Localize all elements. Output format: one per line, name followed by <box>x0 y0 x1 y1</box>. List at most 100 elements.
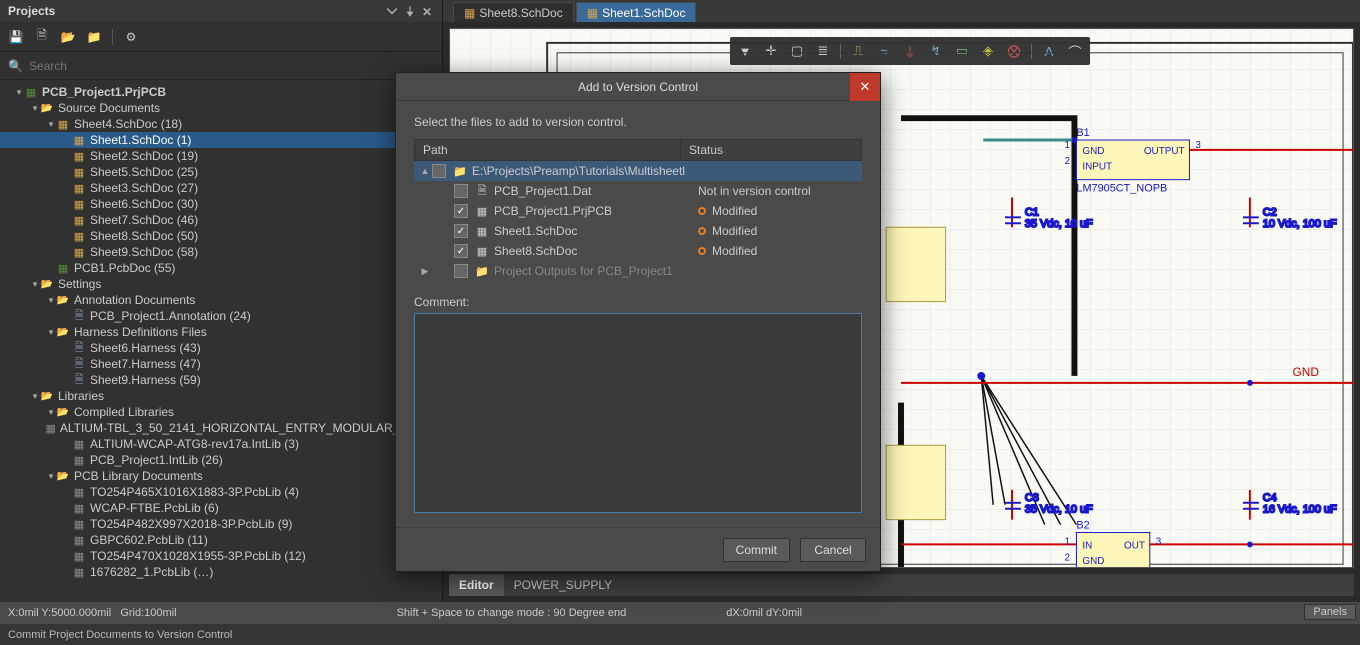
projects-search-input[interactable] <box>29 59 434 73</box>
tree-row[interactable]: ALTIUM-TBL_3_50_2141_HORIZONTAL_ENTRY_MO… <box>0 420 442 436</box>
file-icon: 📁 <box>474 265 490 278</box>
tree-row[interactable]: ▾Compiled Libraries <box>0 404 442 420</box>
svg-text:IN: IN <box>1082 540 1092 551</box>
tree-row[interactable]: Sheet7.Harness (47) <box>0 356 442 372</box>
file-row[interactable]: ▶📁Project Outputs for PCB_Project1 <box>414 261 862 281</box>
tree-row[interactable]: Sheet2.SchDoc (19) <box>0 148 442 164</box>
tree-row[interactable]: PCB_Project1.Annotation (24) <box>0 308 442 324</box>
new-doc-icon[interactable]: 🗎 <box>34 29 50 45</box>
file-lib-icon <box>72 517 86 531</box>
tree-row[interactable]: PCB1.PcbDoc (55) <box>0 260 442 276</box>
tree-row[interactable]: TO254P470X1028X1955-3P.PcbLib (12) <box>0 548 442 564</box>
tree-row[interactable]: PCB_Project1.IntLib (26) <box>0 452 442 468</box>
tree-label: Source Documents <box>58 101 160 115</box>
tree-label: Compiled Libraries <box>74 405 174 419</box>
file-row[interactable]: ✓▦PCB_Project1.PrjPCBModified <box>414 201 862 221</box>
status-delta: dX:0mil dY:0mil <box>726 607 802 619</box>
gear-icon[interactable]: ⚙ <box>123 29 139 45</box>
tree-row[interactable]: TO254P482X997X2018-3P.PcbLib (9) <box>0 516 442 532</box>
tree-row[interactable]: Sheet8.SchDoc (50) <box>0 228 442 244</box>
file-path: PCB_Project1.Dat <box>494 184 698 198</box>
projects-tree[interactable]: ▾PCB_Project1.PrjPCB▾Source Documents▾Sh… <box>0 80 442 602</box>
tree-row[interactable]: Sheet5.SchDoc (25) <box>0 164 442 180</box>
tree-row[interactable]: ▾Harness Definitions Files <box>0 324 442 340</box>
tree-row[interactable]: ALTIUM-WCAP-ATG8-rev17a.IntLib (3) <box>0 436 442 452</box>
col-status-header[interactable]: Status <box>681 140 861 160</box>
tree-row[interactable]: ▾Source Documents <box>0 100 442 116</box>
svg-text:C1: C1 <box>1025 206 1039 218</box>
projects-panel: Projects ✕ 💾 🗎 📂 📁 ⚙ 🔍 ▾PCB_Project1.Prj… <box>0 0 443 602</box>
tree-label: PCB1.PcbDoc (55) <box>74 261 175 275</box>
tree-label: Sheet7.SchDoc (46) <box>90 213 198 227</box>
tree-label: PCB Library Documents <box>74 469 203 483</box>
tree-row[interactable]: Sheet9.Harness (59) <box>0 372 442 388</box>
tree-row[interactable]: Sheet3.SchDoc (27) <box>0 180 442 196</box>
tree-row[interactable]: ▾Settings <box>0 276 442 292</box>
tree-row[interactable]: 1676282_1.PcbLib (…) <box>0 564 442 580</box>
close-icon[interactable]: ✕ <box>422 5 434 17</box>
pin-icon[interactable] <box>404 5 416 17</box>
folder-open-icon <box>56 469 70 483</box>
file-lib-icon <box>72 501 86 515</box>
svg-text:LM7905CT_NOPB: LM7905CT_NOPB <box>1076 183 1167 195</box>
tree-row[interactable]: TO254P465X1016X1883-3P.PcbLib (4) <box>0 484 442 500</box>
file-lib-icon <box>72 453 86 467</box>
tree-row[interactable]: Sheet7.SchDoc (46) <box>0 212 442 228</box>
folder-open-icon <box>56 293 70 307</box>
tree-row[interactable]: Sheet1.SchDoc (1) <box>0 132 442 148</box>
save-icon[interactable]: 💾 <box>8 29 24 45</box>
open-folder-icon[interactable]: 📂 <box>60 29 76 45</box>
tree-row[interactable]: ▾PCB Library Documents <box>0 468 442 484</box>
tree-label: 1676282_1.PcbLib (…) <box>90 565 213 579</box>
file-row[interactable]: ✓▦Sheet1.SchDocModified <box>414 221 862 241</box>
document-tab[interactable]: ▦Sheet1.SchDoc <box>576 2 697 22</box>
file-icon: 📁 <box>452 165 468 178</box>
add-folder-icon[interactable]: 📁 <box>86 29 102 45</box>
document-tab[interactable]: ▦Sheet8.SchDoc <box>453 2 574 22</box>
bottom-tab[interactable]: POWER_SUPPLY <box>504 574 622 596</box>
tree-row[interactable]: GBPC602.PcbLib (11) <box>0 532 442 548</box>
dropdown-icon[interactable] <box>386 5 398 17</box>
projects-panel-header: Projects ✕ <box>0 0 442 22</box>
file-checkbox[interactable]: ✓ <box>454 224 468 238</box>
file-row[interactable]: 🗎PCB_Project1.DatNot in version control <box>414 181 862 201</box>
close-icon[interactable]: ✕ <box>850 73 880 101</box>
bottom-tab[interactable]: Editor <box>449 574 504 596</box>
file-row[interactable]: ▲📁E:\Projects\Preamp\Tutorials\Multishee… <box>414 161 862 181</box>
tree-row[interactable]: Sheet6.SchDoc (30) <box>0 196 442 212</box>
panels-button[interactable]: Panels <box>1304 604 1356 620</box>
file-checkbox[interactable] <box>454 264 468 278</box>
tree-row[interactable]: ▾Libraries <box>0 388 442 404</box>
file-checkbox[interactable]: ✓ <box>454 204 468 218</box>
file-checkbox[interactable] <box>454 184 468 198</box>
cancel-button[interactable]: Cancel <box>800 538 866 562</box>
svg-text:3: 3 <box>1156 536 1162 547</box>
tree-row[interactable]: ▾Annotation Documents <box>0 292 442 308</box>
file-icon: ▦ <box>474 225 490 238</box>
bottom-tabs: EditorPOWER_SUPPLY <box>449 574 1354 596</box>
tree-row[interactable]: ▾Sheet4.SchDoc (18) <box>0 116 442 132</box>
file-path: PCB_Project1.PrjPCB <box>494 204 698 218</box>
tree-label: PCB_Project1.PrjPCB <box>42 85 166 99</box>
file-grid-header: Path Status <box>414 139 862 161</box>
tree-row[interactable]: Sheet9.SchDoc (58) <box>0 244 442 260</box>
tree-row[interactable]: Sheet6.Harness (43) <box>0 340 442 356</box>
file-checkbox[interactable] <box>432 164 446 178</box>
tree-row[interactable]: WCAP-FTBE.PcbLib (6) <box>0 500 442 516</box>
file-status: Modified <box>698 244 858 258</box>
tree-label: Sheet3.SchDoc (27) <box>90 181 198 195</box>
file-checkbox[interactable]: ✓ <box>454 244 468 258</box>
svg-text:3: 3 <box>1195 140 1201 151</box>
document-tabs: ▦Sheet8.SchDoc▦Sheet1.SchDoc <box>443 0 1360 22</box>
file-row[interactable]: ✓▦Sheet8.SchDocModified <box>414 241 862 261</box>
file-doc-icon <box>72 309 86 323</box>
hint-bar: Commit Project Documents to Version Cont… <box>0 624 1360 645</box>
comment-input[interactable] <box>414 313 862 513</box>
file-grid[interactable]: ▲📁E:\Projects\Preamp\Tutorials\Multishee… <box>414 161 862 281</box>
status-mode: Shift + Space to change mode : 90 Degree… <box>397 607 627 619</box>
tree-label: GBPC602.PcbLib (11) <box>90 533 208 547</box>
commit-button[interactable]: Commit <box>723 538 790 562</box>
tree-label: TO254P482X997X2018-3P.PcbLib (9) <box>90 517 292 531</box>
col-path-header[interactable]: Path <box>415 140 681 160</box>
tree-row[interactable]: ▾PCB_Project1.PrjPCB <box>0 84 442 100</box>
